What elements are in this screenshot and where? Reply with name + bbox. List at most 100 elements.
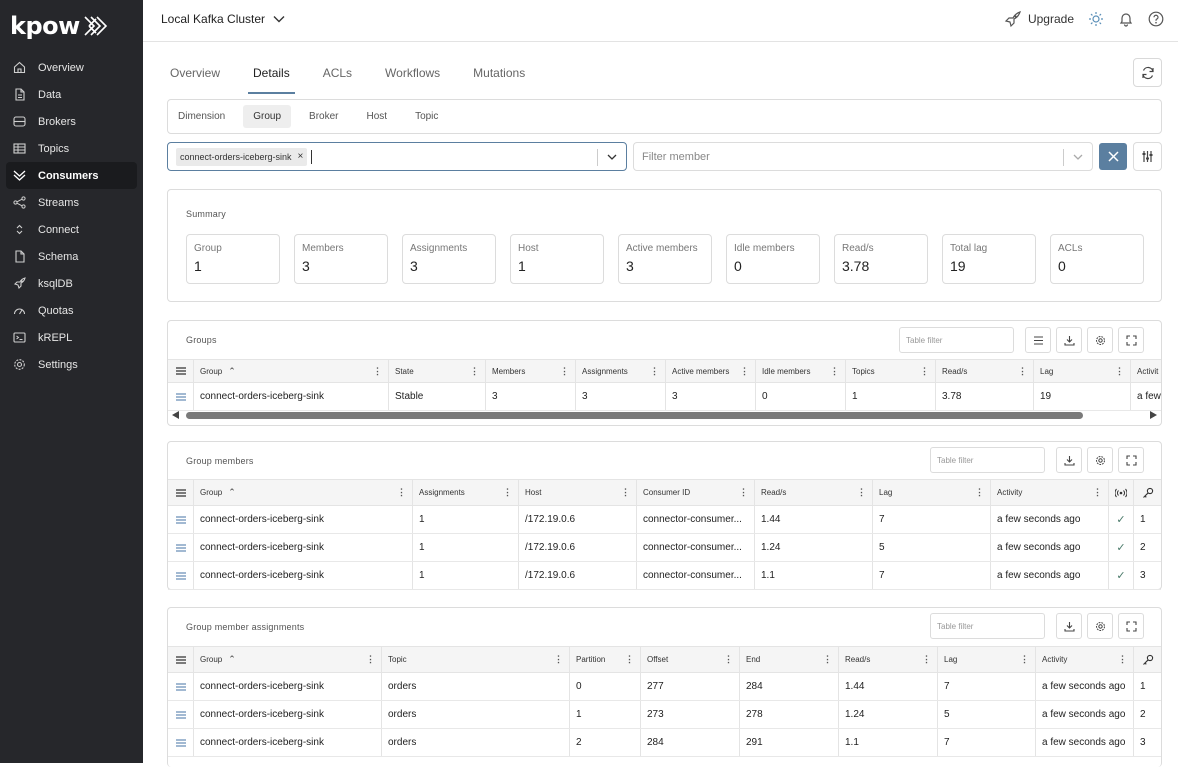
table-row[interactable]: connect-orders-iceberg-sink 1 /172.19.0.… [168, 562, 1161, 590]
column-menu-icon[interactable]: ⋮ [373, 366, 382, 377]
sort-asc-icon[interactable]: ⌃ [228, 487, 236, 498]
sidebar-item-schema[interactable]: Schema [6, 243, 137, 270]
sort-asc-icon[interactable]: ⌃ [228, 366, 236, 377]
column-menu-icon[interactable]: ⋮ [397, 487, 406, 498]
theme-toggle-sun-icon[interactable] [1088, 11, 1104, 27]
column-menu-icon[interactable]: ⋮ [823, 654, 832, 665]
row-menu-icon[interactable] [168, 647, 194, 672]
column-header-live[interactable] [1109, 480, 1134, 505]
column-menu-icon[interactable]: ⋮ [920, 366, 929, 377]
row-drag-icon[interactable] [168, 534, 194, 561]
row-drag-icon[interactable] [168, 562, 194, 589]
column-header-host[interactable]: Host ⋮ [519, 480, 637, 505]
fullscreen-button[interactable] [1118, 613, 1144, 639]
scroll-left-icon[interactable] [172, 411, 179, 419]
column-header-topics[interactable]: Topics ⋮ [846, 360, 936, 382]
table-row[interactable]: connect-orders-iceberg-sink 1 /172.19.0.… [168, 534, 1161, 562]
columns-button[interactable] [1025, 327, 1051, 353]
sidebar-item-krepl[interactable]: kREPL [6, 324, 137, 351]
column-header-reads[interactable]: Read/s ⋮ [755, 480, 873, 505]
column-header-active-members[interactable]: Active members ⋮ [666, 360, 756, 382]
column-menu-icon[interactable]: ⋮ [739, 487, 748, 498]
settings-button[interactable] [1087, 613, 1113, 639]
column-header-assignments[interactable]: Assignments ⋮ [413, 480, 519, 505]
sidebar-item-quotas[interactable]: Quotas [6, 297, 137, 324]
column-header-lag[interactable]: Lag ⋮ [1034, 360, 1131, 382]
fullscreen-button[interactable] [1118, 447, 1144, 473]
column-header-partition[interactable]: Partition ⋮ [570, 647, 641, 672]
dimension-topic[interactable]: Topic [405, 105, 448, 128]
scrollbar-thumb[interactable] [186, 412, 1083, 419]
column-menu-icon[interactable]: ⋮ [503, 487, 512, 498]
tab-acls[interactable]: ACLs [318, 54, 357, 94]
column-header-activity[interactable]: Activity ⋮ [1036, 647, 1134, 672]
column-header-reads[interactable]: Read/s ⋮ [936, 360, 1034, 382]
column-header-lag[interactable]: Lag ⋮ [938, 647, 1036, 672]
refresh-button[interactable] [1133, 58, 1162, 87]
settings-button[interactable] [1087, 447, 1113, 473]
column-header-idle-members[interactable]: Idle members ⋮ [756, 360, 846, 382]
sidebar-item-data[interactable]: Data [6, 81, 137, 108]
download-button[interactable] [1056, 447, 1082, 473]
column-header-consumer-id[interactable]: Consumer ID ⋮ [637, 480, 755, 505]
column-menu-icon[interactable]: ⋮ [922, 654, 931, 665]
column-header-topic[interactable]: Topic ⋮ [382, 647, 570, 672]
table-row[interactable]: connect-orders-iceberg-sink 1 /172.19.0.… [168, 506, 1161, 534]
dimension-host[interactable]: Host [357, 105, 398, 128]
column-menu-icon[interactable]: ⋮ [560, 366, 569, 377]
row-menu-icon[interactable] [168, 480, 194, 505]
table-filter-input[interactable]: Table filter [930, 447, 1045, 473]
sidebar-item-streams[interactable]: Streams [6, 189, 137, 216]
remove-chip-icon[interactable]: × [298, 151, 304, 162]
column-header-offset[interactable]: Offset ⋮ [641, 647, 740, 672]
column-header-key[interactable] [1134, 480, 1161, 505]
row-drag-icon[interactable] [168, 506, 194, 533]
column-menu-icon[interactable]: ⋮ [1115, 366, 1124, 377]
table-row[interactable]: connect-orders-iceberg-sink Stable 3 3 3… [168, 383, 1161, 411]
column-header-members[interactable]: Members ⋮ [486, 360, 576, 382]
sidebar-item-ksqldb[interactable]: ksqlDB [6, 270, 137, 297]
table-row[interactable]: connect-orders-iceberg-sink orders 0 277… [168, 673, 1161, 701]
settings-button[interactable] [1087, 327, 1113, 353]
sidebar-item-consumers[interactable]: Consumers [6, 162, 137, 189]
column-header-key[interactable] [1134, 647, 1161, 672]
column-header-state[interactable]: State ⋮ [389, 360, 486, 382]
column-header-activity[interactable]: Activity ⋮ [991, 480, 1109, 505]
download-button[interactable] [1056, 327, 1082, 353]
table-row[interactable]: connect-orders-iceberg-sink orders 1 273… [168, 701, 1161, 729]
column-menu-icon[interactable]: ⋮ [554, 654, 563, 665]
column-menu-icon[interactable]: ⋮ [621, 487, 630, 498]
tab-overview[interactable]: Overview [165, 54, 225, 94]
column-header-assignments[interactable]: Assignments ⋮ [576, 360, 666, 382]
dimension-broker[interactable]: Broker [299, 105, 348, 128]
column-menu-icon[interactable]: ⋮ [650, 366, 659, 377]
column-menu-icon[interactable]: ⋮ [366, 654, 375, 665]
download-button[interactable] [1056, 613, 1082, 639]
column-menu-icon[interactable]: ⋮ [470, 366, 479, 377]
column-menu-icon[interactable]: ⋮ [625, 654, 634, 665]
column-menu-icon[interactable]: ⋮ [724, 654, 733, 665]
row-drag-icon[interactable] [168, 701, 194, 728]
fullscreen-button[interactable] [1118, 327, 1144, 353]
sidebar-item-overview[interactable]: Overview [6, 54, 137, 81]
sidebar-item-brokers[interactable]: Brokers [6, 108, 137, 135]
column-menu-icon[interactable]: ⋮ [857, 487, 866, 498]
column-menu-icon[interactable]: ⋮ [1018, 366, 1027, 377]
column-menu-icon[interactable]: ⋮ [975, 487, 984, 498]
row-menu-icon[interactable] [168, 360, 194, 382]
row-drag-icon[interactable] [168, 673, 194, 700]
kpow-logo[interactable]: kpow [10, 12, 109, 40]
member-filter-select[interactable]: Filter member [633, 142, 1093, 171]
column-header-activity[interactable]: Activit [1131, 360, 1161, 382]
scroll-right-icon[interactable] [1150, 411, 1157, 419]
row-drag-icon[interactable] [168, 383, 194, 410]
sidebar-item-settings[interactable]: Settings [6, 351, 137, 378]
horizontal-scrollbar[interactable] [168, 409, 1161, 422]
table-filter-input[interactable]: Table filter [930, 613, 1045, 639]
tab-details[interactable]: Details [248, 54, 295, 94]
help-icon[interactable] [1148, 11, 1164, 27]
group-select[interactable]: connect-orders-iceberg-sink × [167, 142, 627, 171]
column-header-lag[interactable]: Lag ⋮ [873, 480, 991, 505]
column-header-end[interactable]: End ⋮ [740, 647, 839, 672]
cluster-selector[interactable]: Local Kafka Cluster [161, 12, 285, 26]
